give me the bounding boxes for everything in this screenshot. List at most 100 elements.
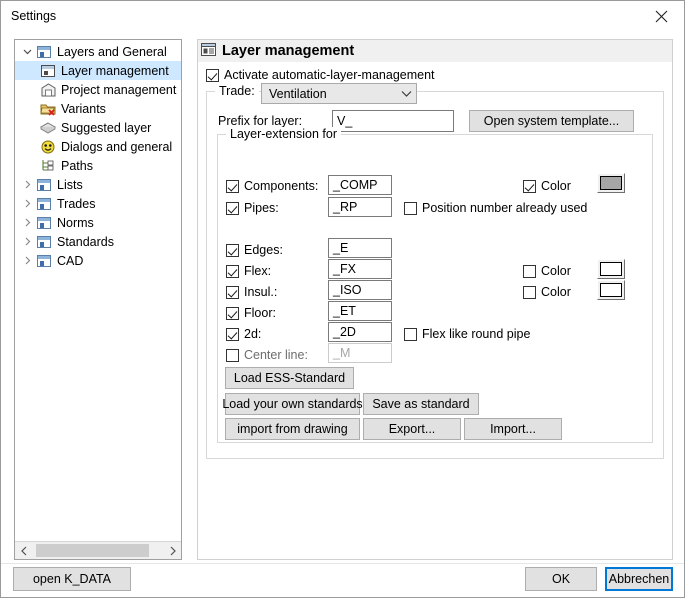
edges-checkbox[interactable]: Edges: (226, 243, 283, 257)
floor-extension-input[interactable]: _ET (328, 301, 392, 321)
flex-color-swatch[interactable] (597, 259, 625, 279)
checkbox-label: Center line: (244, 348, 308, 362)
insulation-checkbox[interactable]: Insul.: (226, 285, 277, 299)
layer-management-icon (39, 61, 57, 80)
paths-icon (39, 156, 57, 175)
close-icon[interactable] (638, 1, 684, 31)
chevron-left-icon[interactable] (15, 542, 32, 559)
prefix-for-layer-input[interactable]: V_ (332, 110, 454, 132)
sidebar-item-cad[interactable]: CAD (15, 251, 181, 270)
color-preview (600, 283, 622, 297)
pipes-checkbox[interactable]: Pipes: (226, 201, 279, 215)
sidebar-item-paths[interactable]: Paths (15, 156, 181, 175)
pipes-extension-input[interactable]: _RP (328, 197, 392, 217)
components-color-swatch[interactable] (597, 173, 625, 193)
checkbox-box[interactable] (226, 328, 239, 341)
load-ess-standard-button[interactable]: Load ESS-Standard (225, 367, 354, 389)
open-system-template-button[interactable]: Open system template... (469, 110, 634, 132)
checkbox-box[interactable] (206, 69, 219, 82)
insulation-color-swatch[interactable] (597, 280, 625, 300)
sidebar-item-lists[interactable]: Lists (15, 175, 181, 194)
chevron-right-icon[interactable] (19, 213, 35, 232)
chevron-down-icon[interactable] (396, 84, 416, 103)
title-bar: Settings (1, 1, 684, 31)
twod-checkbox[interactable]: 2d: (226, 327, 261, 341)
checkbox-box[interactable] (226, 307, 239, 320)
variants-folder-icon (39, 99, 57, 118)
checkbox-box[interactable] (523, 286, 536, 299)
cancel-button[interactable]: Abbrechen (605, 567, 673, 591)
edges-extension-input[interactable]: _E (328, 238, 392, 258)
open-kdata-button[interactable]: open K_DATA (13, 567, 131, 591)
checkbox-box[interactable] (226, 286, 239, 299)
chevron-right-icon[interactable] (19, 175, 35, 194)
position-number-already-used-checkbox[interactable]: Position number already used (404, 201, 587, 215)
sidebar-item-project-management[interactable]: Project management (15, 80, 181, 99)
components-checkbox[interactable]: Components: (226, 179, 318, 193)
flex-like-round-pipe-checkbox[interactable]: Flex like round pipe (404, 327, 530, 341)
scrollbar-track[interactable] (32, 542, 164, 559)
floor-checkbox[interactable]: Floor: (226, 306, 276, 320)
window-icon (35, 175, 53, 194)
settings-tree-list: Layers and General Layer management Proj… (15, 40, 181, 540)
color-preview (600, 176, 622, 190)
settings-tree[interactable]: Layers and General Layer management Proj… (14, 39, 182, 560)
checkbox-box[interactable] (523, 265, 536, 278)
sidebar-item-layer-management[interactable]: Layer management (15, 61, 181, 80)
checkbox-label: Pipes: (244, 201, 279, 215)
window-icon (35, 232, 53, 251)
activate-auto-layer-management-checkbox[interactable]: Activate automatic-layer-management (206, 68, 435, 82)
sidebar-item-layers-and-general[interactable]: Layers and General (15, 42, 181, 61)
sidebar-item-standards[interactable]: Standards (15, 232, 181, 251)
import-from-drawing-button[interactable]: import from drawing (225, 418, 360, 440)
sidebar-item-label: Layers and General (53, 45, 167, 59)
flex-extension-input[interactable]: _FX (328, 259, 392, 279)
sidebar-item-label: Project management (57, 83, 176, 97)
components-extension-input[interactable]: _COMP (328, 175, 392, 195)
checkbox-box[interactable] (226, 244, 239, 257)
insulation-extension-input[interactable]: _ISO (328, 280, 392, 300)
tree-horizontal-scrollbar[interactable] (15, 541, 181, 559)
sidebar-item-label: Norms (53, 216, 94, 230)
checkbox-box[interactable] (523, 180, 536, 193)
load-your-own-standards-button[interactable]: Load your own standards (225, 393, 360, 415)
sidebar-item-suggested-layer[interactable]: Suggested layer (15, 118, 181, 137)
settings-dialog: Settings Layers and General Layer manage… (0, 0, 685, 598)
checkbox-box[interactable] (226, 349, 239, 362)
checkbox-label: Color (541, 264, 571, 278)
flex-checkbox[interactable]: Flex: (226, 264, 271, 278)
chevron-right-icon[interactable] (164, 542, 181, 559)
flex-color-checkbox[interactable]: Color (523, 264, 571, 278)
sidebar-item-norms[interactable]: Norms (15, 213, 181, 232)
checkbox-box[interactable] (226, 265, 239, 278)
export-button[interactable]: Export... (363, 418, 461, 440)
sidebar-item-trades[interactable]: Trades (15, 194, 181, 213)
checkbox-box[interactable] (404, 328, 417, 341)
trade-combobox[interactable]: Ventilation (261, 83, 417, 104)
sidebar-item-dialogs-and-general[interactable]: Dialogs and general (15, 137, 181, 156)
chevron-down-icon[interactable] (19, 42, 35, 61)
checkbox-box[interactable] (404, 202, 417, 215)
sidebar-item-variants[interactable]: Variants (15, 99, 181, 118)
checkbox-label: Flex like round pipe (422, 327, 530, 341)
sidebar-item-label: Standards (53, 235, 114, 249)
sidebar-item-label: Variants (57, 102, 106, 116)
layer-management-icon (201, 43, 216, 59)
chevron-right-icon[interactable] (19, 251, 35, 270)
insulation-color-checkbox[interactable]: Color (523, 285, 571, 299)
checkbox-box[interactable] (226, 202, 239, 215)
layer-extension-groupbox-label: Layer-extension for (226, 127, 341, 141)
checkbox-box[interactable] (226, 180, 239, 193)
chevron-right-icon[interactable] (19, 232, 35, 251)
components-color-checkbox[interactable]: Color (523, 179, 571, 193)
import-button[interactable]: Import... (464, 418, 562, 440)
ok-button[interactable]: OK (525, 567, 597, 591)
sidebar-item-label: Suggested layer (57, 121, 151, 135)
center-line-checkbox[interactable]: Center line: (226, 348, 308, 362)
checkbox-label: Flex: (244, 264, 271, 278)
save-as-standard-button[interactable]: Save as standard (363, 393, 479, 415)
sidebar-item-label: Lists (53, 178, 83, 192)
twod-extension-input[interactable]: _2D (328, 322, 392, 342)
chevron-right-icon[interactable] (19, 194, 35, 213)
scrollbar-thumb[interactable] (36, 544, 149, 557)
